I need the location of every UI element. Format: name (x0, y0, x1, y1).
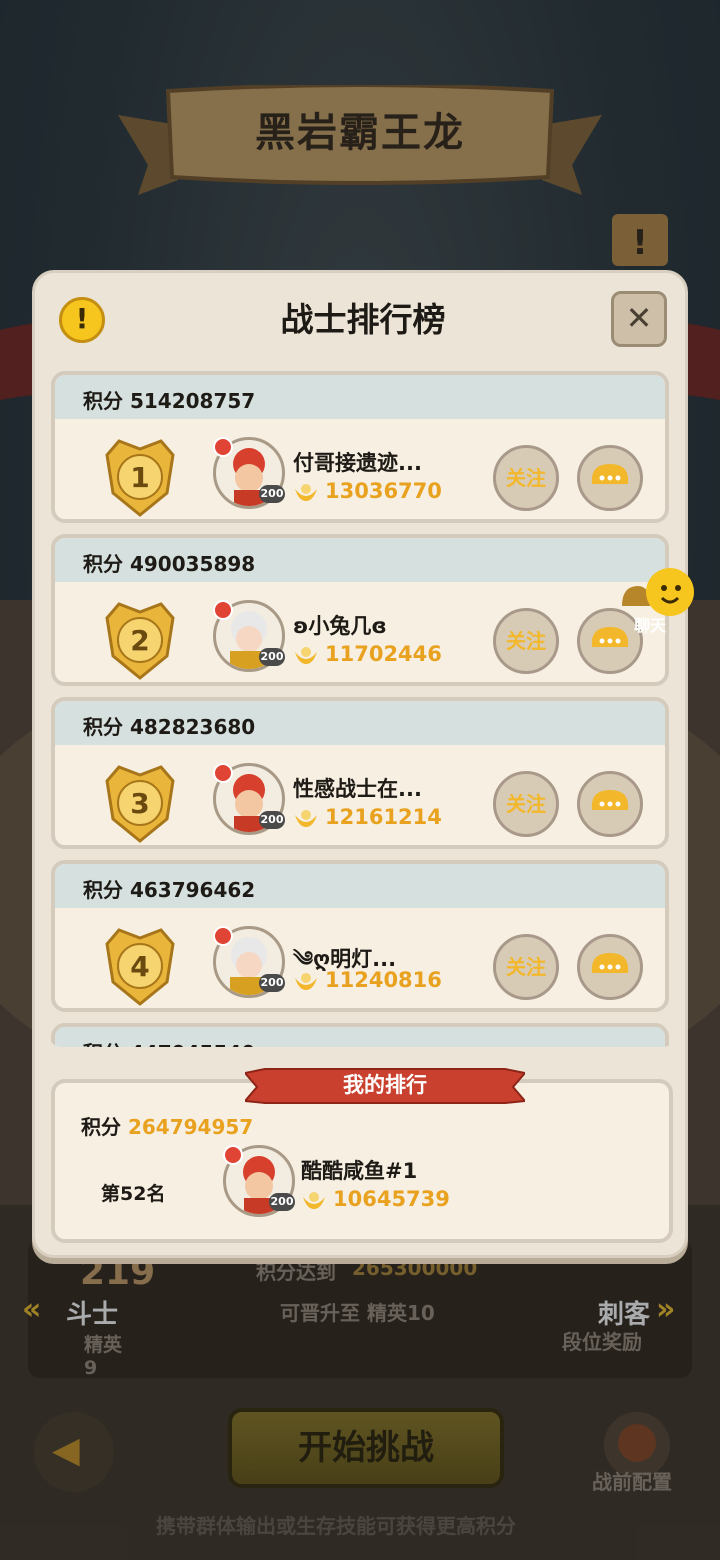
rank-number: 1 (130, 461, 149, 494)
player-name: 付哥接遗迹... (293, 451, 422, 475)
online-dot-icon (213, 763, 233, 783)
my-position: 第52名 (101, 1183, 166, 1205)
my-rank-ribbon: 我的排行 (242, 1067, 528, 1105)
rank-badge-icon: 1 (105, 439, 175, 517)
rank-badge-icon: 3 (105, 765, 175, 843)
chat-button[interactable] (577, 771, 643, 837)
my-score: 积分 264794957 (81, 1115, 254, 1139)
player-power: 11240816 (325, 968, 442, 992)
rank-row: 积分 447945540 (51, 1023, 669, 1047)
rank-number: 4 (130, 950, 149, 983)
player-power: 11702446 (325, 642, 442, 666)
online-dot-icon (213, 437, 233, 457)
level-badge: 200 (259, 648, 285, 666)
rank-number: 2 (130, 624, 149, 657)
power-icon (303, 1192, 325, 1209)
level-badge: 200 (259, 811, 285, 829)
level-badge: 200 (269, 1193, 295, 1211)
rank-score: 积分 463796462 (83, 878, 256, 902)
chat-bubble-icon (591, 953, 629, 973)
rank-score: 积分 514208757 (83, 389, 256, 413)
rank-score: 积分 490035898 (83, 552, 256, 576)
player-name: ʚ小兔几ɞ (293, 614, 387, 638)
rank-row: 积分 514208757 1 200 付哥接遗迹... 13036770 关注 (51, 371, 669, 523)
online-dot-icon (213, 926, 233, 946)
power-icon (295, 810, 317, 827)
rank-score: 积分 482823680 (83, 715, 256, 739)
player-power: 12161214 (325, 805, 442, 829)
level-badge: 200 (259, 974, 285, 992)
chat-button[interactable] (577, 934, 643, 1000)
power-icon (295, 973, 317, 990)
my-player-name: 酷酷咸鱼#1 (301, 1159, 418, 1183)
close-icon: ✕ (625, 299, 653, 337)
player-power: 13036770 (325, 479, 442, 503)
chat-bubble-icon (591, 790, 629, 810)
chat-button[interactable] (577, 445, 643, 511)
floating-chat-label: 聊天 (634, 616, 667, 635)
modal-title: 战士排行榜 (280, 300, 446, 339)
online-dot-icon (213, 600, 233, 620)
level-badge: 200 (259, 485, 285, 503)
rank-score: 积分 447945540 (83, 1037, 255, 1047)
floating-chat-button[interactable]: 聊天 (620, 566, 700, 636)
rank-badge-icon: 4 (105, 928, 175, 1006)
rank-badge-icon: 2 (105, 602, 175, 680)
player-name: 性感战士在... (293, 777, 422, 801)
rank-row: 积分 463796462 4 200 ༄ღ明灯... 11240816 关注 (51, 860, 669, 1012)
rank-number: 3 (130, 787, 149, 820)
follow-button[interactable]: 关注 (493, 445, 559, 511)
leaderboard-modal: ! 战士排行榜 ✕ 积分 514208757 1 200 付哥接遗迹... 13… (32, 270, 688, 1258)
online-dot-icon (223, 1145, 243, 1165)
rank-row: 积分 490035898 2 200 ʚ小兔几ɞ 11702446 关注 (51, 534, 669, 686)
close-button[interactable]: ✕ (611, 291, 667, 347)
chat-bubble-icon (591, 464, 629, 484)
power-icon (295, 647, 317, 664)
rank-row: 积分 482823680 3 200 性感战士在... 12161214 关注 (51, 697, 669, 849)
my-rank-title: 我的排行 (343, 1073, 427, 1097)
follow-button[interactable]: 关注 (493, 934, 559, 1000)
power-icon (295, 484, 317, 501)
follow-button[interactable]: 关注 (493, 771, 559, 837)
follow-button[interactable]: 关注 (493, 608, 559, 674)
my-power: 10645739 (333, 1187, 450, 1211)
ranking-list[interactable]: 积分 514208757 1 200 付哥接遗迹... 13036770 关注 … (49, 367, 675, 1047)
my-rank-panel: 我的排行 积分 264794957 第52名 200 酷酷咸鱼#1 106457… (51, 1068, 673, 1243)
